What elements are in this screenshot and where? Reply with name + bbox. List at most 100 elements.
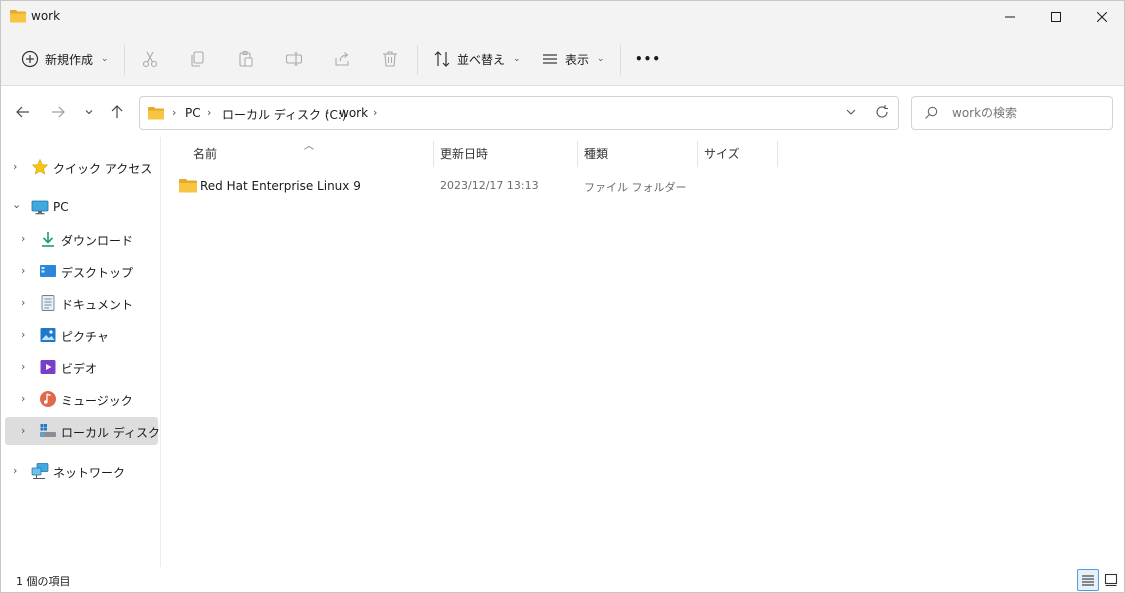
details-view-icon [1082,575,1094,586]
details-view-button[interactable] [1077,569,1099,591]
sort-icon [434,51,450,67]
table-row[interactable]: Red Hat Enterprise Linux 9 2023/12/17 13… [177,175,937,197]
chevron-right-icon[interactable]: › [21,232,25,245]
column-divider[interactable] [577,141,578,167]
download-icon [39,230,57,248]
breadcrumb-pc[interactable]: PC [185,106,201,120]
new-label: 新規作成 [45,52,94,67]
chevron-right-icon[interactable]: › [13,160,17,173]
column-header-name[interactable]: 名前 [193,145,217,162]
rename-icon [285,52,303,66]
chevron-right-icon[interactable]: › [13,464,17,477]
cut-button[interactable] [141,41,159,77]
view-label: 表示 [565,52,590,67]
file-type: ファイル フォルダー [584,181,687,194]
item-count: 1 個の項目 [16,575,71,588]
back-button[interactable] [12,101,34,123]
share-button[interactable] [333,41,351,77]
trash-icon [383,51,397,67]
close-button[interactable] [1079,1,1125,33]
command-bar: 新規作成 ⌄ 並べ替え ⌄ 表示 ⌄ ••• [1,33,1124,86]
network-icon [31,462,49,480]
chevron-right-icon[interactable]: › [21,264,25,277]
more-icon: ••• [635,52,662,66]
sidebar-item-pictures[interactable]: › ピクチャ [5,321,158,349]
chevron-right-icon[interactable]: › [21,360,25,373]
music-icon [39,390,57,408]
sort-button[interactable]: 並べ替え ⌄ [433,41,521,77]
copy-icon [191,51,204,67]
chevron-right-icon[interactable]: › [21,296,25,309]
large-icons-view-button[interactable] [1100,569,1122,591]
sidebar-item-music[interactable]: › ミュージック [5,385,158,413]
sidebar-item-downloads[interactable]: › ダウンロード [5,225,158,253]
title-bar[interactable]: work [1,1,1124,33]
address-bar[interactable]: › PC › ローカル ディスク (C:) › work › [139,96,899,130]
column-header-size[interactable]: サイズ [704,145,740,162]
folder-icon [179,178,197,196]
sidebar-item-label: ネットワーク [53,466,126,480]
sidebar-item-quick-access[interactable]: › クイック アクセス [5,153,158,181]
chevron-down-icon: ⌄ [101,54,109,64]
column-divider[interactable] [697,141,698,167]
chevron-right-icon[interactable]: › [325,106,329,119]
videos-icon [39,358,57,376]
breadcrumb-work[interactable]: work [339,106,368,120]
column-header-type[interactable]: 種類 [584,145,608,162]
new-button[interactable]: 新規作成 ⌄ [21,41,109,77]
paste-button[interactable] [237,41,255,77]
navigation-row: › PC › ローカル ディスク (C:) › work › [1,87,1124,137]
search-input[interactable] [952,106,1102,120]
sort-label: 並べ替え [457,52,506,67]
recent-locations-button[interactable] [78,101,100,123]
rename-button[interactable] [285,41,303,77]
window-title: work [31,9,61,23]
sidebar-item-label: ミュージック [61,394,133,408]
star-icon [31,158,49,176]
maximize-icon [1051,12,1061,22]
sidebar-item-pc[interactable]: ⌄ PC [5,193,158,221]
forward-button[interactable] [47,101,69,123]
chevron-right-icon[interactable]: › [207,106,211,119]
sidebar-item-local-disk[interactable]: › ローカル ディスク (C:) [5,417,186,445]
chevron-right-icon[interactable]: › [21,392,25,405]
sidebar-item-label: PC [53,200,69,214]
delete-button[interactable] [381,41,399,77]
chevron-down-icon [85,110,93,115]
view-button[interactable]: 表示 ⌄ [541,41,605,77]
chevron-down-icon: ⌄ [513,54,521,64]
more-options-button[interactable]: ••• [635,41,661,77]
arrow-right-icon [52,106,65,118]
minimize-button[interactable] [987,1,1033,33]
chevron-down-icon [846,109,856,115]
sidebar-item-documents[interactable]: › ドキュメント [5,289,158,317]
column-header-modified[interactable]: 更新日時 [440,145,488,162]
sidebar-item-label: ピクチャ [61,330,109,344]
search-box[interactable] [911,96,1113,130]
sidebar-item-label: ドキュメント [61,298,134,312]
chevron-right-icon[interactable]: › [373,106,377,119]
sidebar-item-desktop[interactable]: › デスクトップ [5,257,158,285]
sidebar-item-videos[interactable]: › ビデオ [5,353,158,381]
sidebar-item-network[interactable]: › ネットワーク [5,457,158,485]
file-name: Red Hat Enterprise Linux 9 [200,179,361,193]
copy-button[interactable] [189,41,207,77]
status-bar: 1 個の項目 [1,567,1124,592]
chevron-down-icon[interactable]: ⌄ [12,198,21,211]
refresh-button[interactable] [874,104,890,123]
maximize-button[interactable] [1033,1,1079,33]
chevron-right-icon[interactable]: › [21,424,25,437]
address-dropdown-button[interactable] [844,105,858,122]
chevron-down-icon: ⌄ [597,54,605,64]
search-icon [924,106,938,123]
chevron-right-icon[interactable]: › [172,106,176,119]
plus-circle-icon [21,50,39,68]
share-icon [335,52,349,66]
refresh-icon [876,105,888,118]
up-button[interactable] [106,101,128,123]
close-icon [1097,12,1107,22]
desktop-icon [39,262,57,280]
column-divider[interactable] [433,141,434,167]
chevron-right-icon[interactable]: › [21,328,25,341]
column-divider[interactable] [777,141,778,167]
